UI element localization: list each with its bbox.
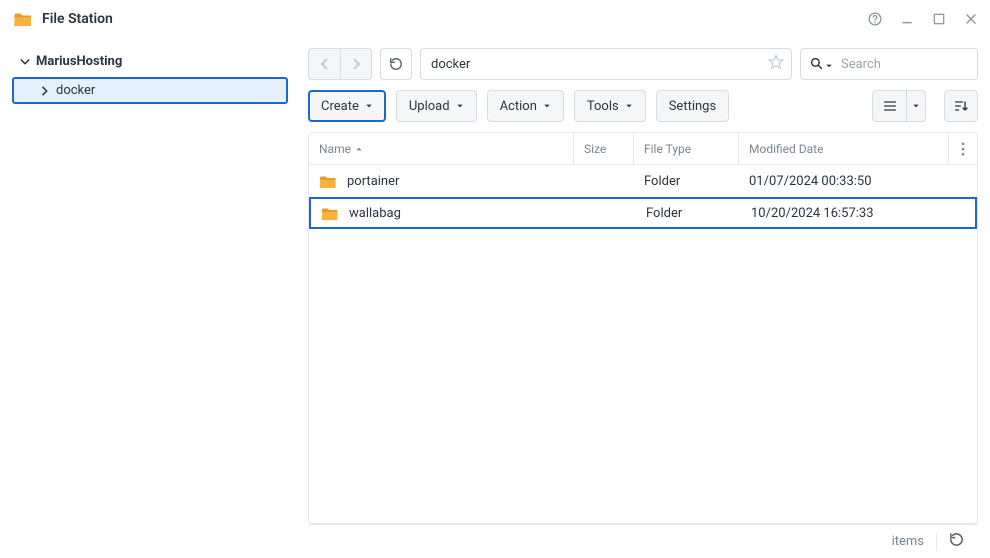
refresh-button[interactable] — [380, 48, 412, 80]
folder-icon — [319, 174, 337, 189]
file-station-window: File Station — [0, 0, 990, 558]
caret-down-icon — [456, 102, 464, 110]
close-icon[interactable] — [964, 12, 978, 26]
title-bar: File Station — [0, 0, 990, 38]
sidebar-item-label: docker — [56, 83, 95, 98]
tools-label: Tools — [587, 99, 619, 114]
file-table: Name Size File Type Modified Date — [308, 132, 978, 524]
caret-down-icon — [625, 102, 633, 110]
status-refresh-button[interactable] — [949, 532, 964, 551]
action-label: Action — [500, 99, 537, 114]
column-type-label: File Type — [644, 142, 691, 156]
column-type[interactable]: File Type — [634, 133, 739, 164]
sidebar-item-docker[interactable]: docker — [12, 77, 288, 104]
content-area: Create Upload Action Tools Settings — [300, 38, 990, 558]
view-mode-group — [872, 90, 926, 122]
column-name-label: Name — [319, 142, 351, 156]
path-input-container — [420, 48, 792, 80]
create-button[interactable]: Create — [308, 90, 386, 122]
chevron-right-icon — [40, 86, 50, 96]
view-list-button[interactable] — [872, 90, 906, 122]
sidebar: MariusHosting docker — [0, 38, 300, 558]
toolbar: Create Upload Action Tools Settings — [308, 90, 978, 122]
path-bar — [308, 48, 978, 80]
sort-asc-icon — [355, 145, 363, 153]
cell-date: 01/07/2024 00:33:50 — [739, 174, 977, 189]
status-items-label: items — [892, 534, 924, 549]
window-title: File Station — [42, 11, 868, 27]
tools-button[interactable]: Tools — [574, 90, 646, 122]
cell-name: wallabag — [311, 206, 576, 221]
upload-label: Upload — [409, 99, 450, 114]
action-button[interactable]: Action — [487, 90, 564, 122]
sidebar-root-label: MariusHosting — [36, 54, 122, 69]
minimize-icon[interactable] — [900, 12, 914, 26]
file-name: portainer — [347, 174, 399, 189]
settings-button[interactable]: Settings — [656, 90, 729, 122]
caret-down-icon — [365, 102, 373, 110]
settings-label: Settings — [669, 99, 716, 114]
upload-button[interactable]: Upload — [396, 90, 477, 122]
cell-type: Folder — [636, 206, 741, 221]
help-icon[interactable] — [868, 12, 882, 26]
cell-type: Folder — [634, 174, 739, 189]
table-row[interactable]: portainer Folder01/07/2024 00:33:50 — [309, 165, 977, 197]
search-container — [800, 48, 978, 80]
folder-icon — [321, 206, 339, 221]
sidebar-root[interactable]: MariusHosting — [12, 48, 288, 75]
column-size[interactable]: Size — [574, 133, 634, 164]
table-row[interactable]: wallabag Folder10/20/2024 16:57:33 — [309, 197, 977, 229]
main-area: MariusHosting docker — [0, 38, 990, 558]
column-date-label: Modified Date — [749, 142, 823, 156]
table-header: Name Size File Type Modified Date — [309, 133, 977, 165]
nav-forward-button[interactable] — [340, 48, 372, 80]
caret-down-icon — [543, 102, 551, 110]
nav-arrows — [308, 48, 372, 80]
status-bar: items — [308, 524, 978, 558]
column-name[interactable]: Name — [309, 133, 574, 164]
maximize-icon[interactable] — [932, 12, 946, 26]
search-input[interactable] — [800, 48, 978, 80]
column-menu[interactable] — [949, 133, 977, 164]
column-date[interactable]: Modified Date — [739, 133, 949, 164]
path-input[interactable] — [420, 48, 792, 80]
column-size-label: Size — [584, 142, 606, 156]
cell-name: portainer — [309, 174, 574, 189]
view-dropdown-button[interactable] — [906, 90, 926, 122]
app-folder-icon — [14, 11, 32, 27]
favorite-star-icon[interactable] — [768, 54, 784, 74]
sort-button[interactable] — [944, 90, 978, 122]
cell-date: 10/20/2024 16:57:33 — [741, 206, 975, 221]
chevron-down-icon — [20, 57, 30, 67]
divider — [936, 533, 937, 551]
create-label: Create — [321, 99, 359, 114]
table-body: portainerFolder01/07/2024 00:33:50wallab… — [309, 165, 977, 523]
nav-back-button[interactable] — [308, 48, 340, 80]
file-name: wallabag — [349, 206, 401, 221]
